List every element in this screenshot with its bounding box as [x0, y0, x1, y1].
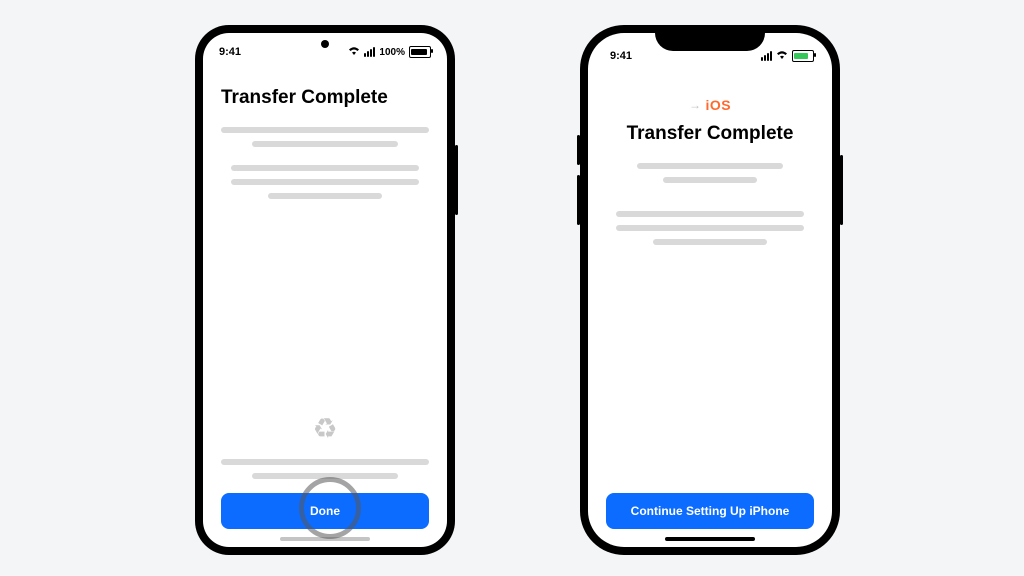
placeholder-line — [231, 179, 418, 185]
iphone-side-button — [840, 155, 843, 225]
continue-setup-button[interactable]: Continue Setting Up iPhone — [606, 493, 814, 529]
stage: 9:41 100% Transfer Complete — [0, 0, 1024, 576]
android-content: Transfer Complete ♻ Done — [203, 67, 447, 547]
android-battery-text: 100% — [379, 47, 405, 58]
wifi-icon — [776, 50, 788, 63]
android-status-bar: 9:41 100% — [203, 33, 447, 67]
placeholder-line — [616, 211, 803, 217]
placeholder-line — [252, 473, 398, 479]
signal-icon — [364, 47, 375, 57]
placeholder-line — [268, 193, 382, 199]
placeholder-line — [653, 239, 767, 245]
android-punch-hole-camera — [321, 40, 329, 48]
iphone-home-indicator — [665, 537, 755, 541]
android-clock: 9:41 — [219, 46, 241, 58]
iphone-clock: 9:41 — [610, 50, 632, 62]
android-phone-frame: 9:41 100% Transfer Complete — [195, 25, 455, 555]
placeholder-line — [252, 141, 398, 147]
iphone-volume-up — [577, 135, 580, 165]
android-screen: 9:41 100% Transfer Complete — [203, 33, 447, 547]
placeholder-line — [616, 225, 803, 231]
placeholder-line — [663, 177, 757, 183]
wifi-icon — [348, 46, 360, 59]
placeholder-line — [221, 459, 429, 465]
ios-badge-text: iOS — [705, 97, 731, 113]
iphone-title: Transfer Complete — [627, 123, 794, 145]
placeholder-line — [231, 165, 418, 171]
iphone-screen: 9:41 → iOS Transfer Complete — [588, 33, 832, 547]
iphone-notch — [655, 25, 765, 51]
recycle-icon: ♻ — [312, 412, 337, 445]
android-gesture-bar — [280, 537, 370, 541]
iphone-content: → iOS Transfer Complete Continue Setting… — [588, 71, 832, 547]
move-to-ios-badge: → iOS — [689, 97, 731, 113]
signal-icon — [761, 51, 772, 61]
iphone-frame: 9:41 → iOS Transfer Complete — [580, 25, 840, 555]
arrow-icon: → — [689, 98, 702, 112]
iphone-volume-down — [577, 175, 580, 225]
battery-icon — [792, 50, 814, 62]
done-button[interactable]: Done — [221, 493, 429, 529]
battery-icon — [409, 46, 431, 58]
android-power-button — [455, 145, 458, 215]
placeholder-line — [221, 127, 429, 133]
android-title: Transfer Complete — [221, 87, 388, 109]
placeholder-line — [637, 163, 783, 169]
